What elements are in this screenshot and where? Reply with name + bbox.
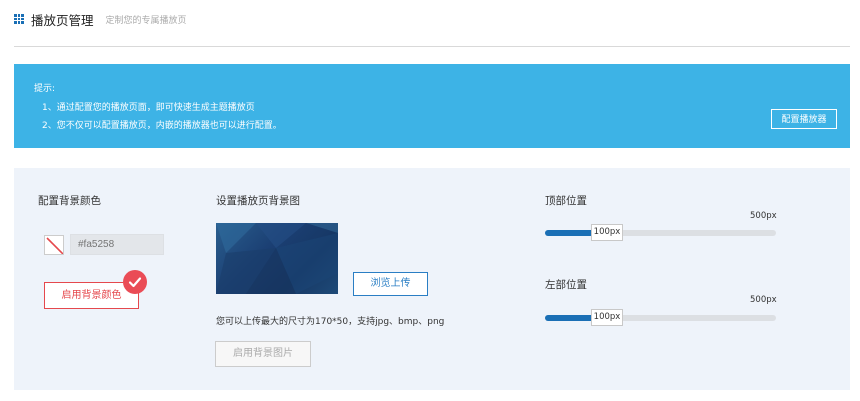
bg-image-label: 设置播放页背景图: [216, 195, 300, 207]
grid-icon: [14, 14, 24, 24]
check-icon: [123, 270, 147, 294]
enable-bg-image-button[interactable]: 启用背景图片: [215, 341, 311, 367]
page-header: 播放页管理 定制您的专属播放页: [14, 10, 187, 28]
configure-player-button[interactable]: 配置播放器: [771, 109, 837, 129]
notice-banner: 提示: 1、通过配置您的播放页面，即可快速生成主题播放页 2、您不仅可以配置播放…: [14, 64, 850, 148]
notice-title: 提示:: [34, 84, 56, 94]
upload-hint: 您可以上传最大的尺寸为170*50，支持jpg、bmp、png: [216, 317, 445, 327]
top-position-slider[interactable]: 100px: [545, 224, 776, 241]
page-title: 播放页管理: [31, 12, 94, 28]
notice-line-2: 2、您不仅可以配置播放页，内嵌的播放器也可以进行配置。: [42, 121, 282, 131]
left-position-max: 500px: [750, 295, 777, 305]
top-position-thumb[interactable]: 100px: [591, 224, 623, 241]
left-position-thumb[interactable]: 100px: [591, 309, 623, 326]
bg-image-preview: [216, 223, 338, 294]
color-input[interactable]: [70, 234, 164, 255]
header-divider: [14, 46, 850, 47]
top-position-label: 顶部位置: [545, 195, 587, 207]
notice-line-1: 1、通过配置您的播放页面，即可快速生成主题播放页: [42, 103, 255, 113]
left-position-label: 左部位置: [545, 279, 587, 291]
left-position-slider[interactable]: 100px: [545, 309, 776, 326]
no-color-icon: [46, 237, 63, 254]
page-subtitle: 定制您的专属播放页: [105, 15, 187, 26]
settings-panel: 配置背景颜色 启用背景颜色 设置播放页背景图 浏览上传 您可以上传最大的尺寸为1…: [14, 168, 850, 390]
color-swatch[interactable]: [44, 235, 64, 255]
top-position-max: 500px: [750, 211, 777, 221]
browse-upload-button[interactable]: 浏览上传: [353, 272, 428, 296]
bg-color-label: 配置背景颜色: [38, 195, 101, 207]
